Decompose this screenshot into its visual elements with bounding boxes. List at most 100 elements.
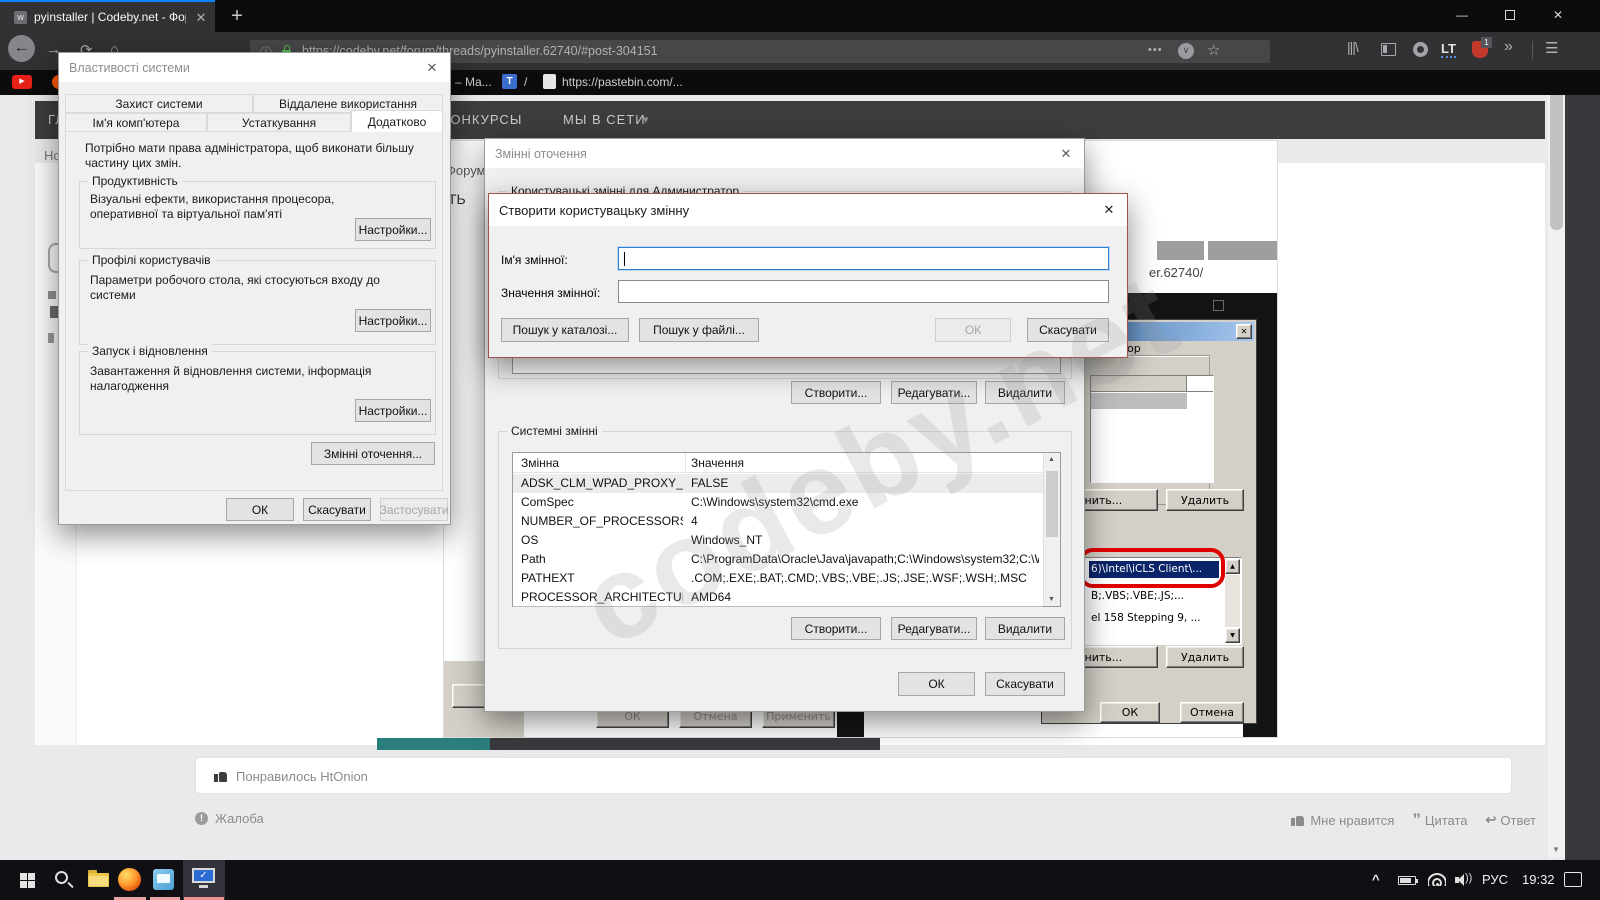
- environment-variables-button[interactable]: Змінні оточення...: [311, 442, 435, 465]
- classic-scroll-up-icon[interactable]: ▲: [1225, 559, 1240, 574]
- reply-label[interactable]: Ответ: [1500, 813, 1536, 828]
- user-delete-button[interactable]: Видалити: [985, 381, 1065, 404]
- pocket-icon[interactable]: ∨: [1178, 43, 1194, 59]
- classic-cancel-button[interactable]: Отмена: [1180, 702, 1244, 723]
- youtube-icon[interactable]: ▶: [12, 75, 32, 89]
- sys-new-button[interactable]: Створити...: [791, 617, 881, 640]
- profiles-settings-button[interactable]: Настройки...: [355, 309, 431, 332]
- like-label[interactable]: Мне нравится: [1310, 813, 1394, 828]
- table-scrollbar[interactable]: ▲ ▼: [1043, 453, 1060, 606]
- user-edit-button[interactable]: Редагувати...: [891, 381, 977, 404]
- tray-chevron-icon[interactable]: ^: [1372, 872, 1380, 887]
- new-tab-button[interactable]: +: [224, 2, 250, 30]
- classic-close-icon[interactable]: ✕: [1236, 324, 1252, 339]
- table-row[interactable]: ComSpec C:\Windows\system32\cmd.exe: [513, 493, 1043, 512]
- col-divider[interactable]: [685, 453, 686, 473]
- sys-delete-button[interactable]: Видалити: [985, 617, 1065, 640]
- start-button[interactable]: [20, 873, 35, 888]
- bookmark-star-icon[interactable]: ☆: [1207, 41, 1220, 59]
- classic-selected-row[interactable]: [1091, 393, 1187, 409]
- table-row[interactable]: ADSK_CLM_WPAD_PROXY_... FALSE: [513, 474, 1043, 493]
- classic-ok-button[interactable]: ОК: [1100, 702, 1160, 723]
- table-scroll-up-icon[interactable]: ▲: [1048, 456, 1055, 463]
- envvars-ok-button[interactable]: ОК: [898, 672, 975, 696]
- wifi-icon[interactable]: [1428, 873, 1446, 886]
- speaker-icon[interactable]: )): [1455, 874, 1472, 886]
- nav-item-online[interactable]: МЫ В СЕТИ: [563, 112, 646, 127]
- classic-scroll-track[interactable]: [1225, 575, 1240, 627]
- language-indicator[interactable]: РУС: [1482, 872, 1508, 887]
- bookmark-item-ma[interactable]: – Ma...: [455, 75, 492, 89]
- sys-edit-button[interactable]: Редагувати...: [891, 617, 977, 640]
- page-actions-icon[interactable]: •••: [1148, 44, 1163, 56]
- name-input[interactable]: [618, 247, 1109, 270]
- overflow-chevron-icon[interactable]: »: [1504, 38, 1513, 56]
- classic-scroll-down-icon[interactable]: ▼: [1225, 628, 1240, 643]
- newvar-cancel-button[interactable]: Скасувати: [1027, 318, 1109, 342]
- back-button[interactable]: ←: [8, 35, 35, 62]
- col-header-value[interactable]: Значення: [691, 456, 1039, 470]
- sysprops-cancel-button[interactable]: Скасувати: [303, 498, 371, 521]
- newvar-close-icon[interactable]: ✕: [1091, 194, 1127, 226]
- system-app-tile[interactable]: ✓: [183, 860, 225, 900]
- classic-delete-button2[interactable]: Удалить: [1166, 646, 1244, 668]
- user-new-button[interactable]: Створити...: [791, 381, 881, 404]
- bookmark-item-pastebin[interactable]: https://pastebin.com/...: [562, 75, 683, 89]
- bookmark-t-icon[interactable]: T: [502, 74, 517, 89]
- classic-delete-button[interactable]: Удалить: [1166, 489, 1244, 511]
- extension-circle-icon[interactable]: [1413, 42, 1428, 57]
- report-link[interactable]: ! Жалоба: [195, 810, 395, 830]
- nav-item-contests[interactable]: КОНКУРСЫ: [442, 112, 522, 127]
- action-center-icon[interactable]: [1564, 872, 1582, 887]
- quote-label[interactable]: Цитата: [1425, 813, 1468, 828]
- page-scrollbar[interactable]: ▲ ▼: [1548, 62, 1565, 858]
- browse-directory-button[interactable]: Пошук у каталозі...: [501, 318, 629, 342]
- pastebin-icon[interactable]: [543, 74, 556, 89]
- like-link[interactable]: Мне нравится: [1291, 813, 1394, 828]
- sysprops-ok-button[interactable]: ОК: [226, 498, 294, 521]
- battery-icon[interactable]: [1398, 876, 1416, 885]
- envvars-cancel-button[interactable]: Скасувати: [985, 672, 1065, 696]
- sysprops-close-icon[interactable]: ✕: [414, 53, 450, 82]
- table-scroll-thumb[interactable]: [1046, 471, 1058, 537]
- app-icon-blue[interactable]: [153, 869, 174, 890]
- bookmark-item-slash[interactable]: /: [524, 75, 527, 89]
- languagetool-icon[interactable]: LT: [1441, 41, 1456, 58]
- table-row[interactable]: OS Windows_NT: [513, 531, 1043, 550]
- firefox-icon[interactable]: [118, 868, 141, 891]
- file-explorer-icon[interactable]: [88, 873, 109, 887]
- value-input[interactable]: [618, 280, 1109, 303]
- window-minimize-button[interactable]: —: [1440, 2, 1484, 28]
- table-row[interactable]: NUMBER_OF_PROCESSORS 4: [513, 512, 1043, 531]
- scrollbar-thumb[interactable]: [1550, 80, 1563, 230]
- library-icon[interactable]: |||\: [1347, 39, 1358, 55]
- col-header-name[interactable]: Змінна: [521, 456, 683, 470]
- scrollbar-down-icon[interactable]: ▼: [1552, 845, 1560, 854]
- clock[interactable]: 19:32: [1522, 872, 1555, 887]
- sidebar-icon[interactable]: [1381, 43, 1396, 56]
- table-row[interactable]: PATHEXT .COM;.EXE;.BAT;.CMD;.VBS;.VBE;.J…: [513, 569, 1043, 588]
- tab-computer-name[interactable]: Ім'я комп'ютера: [65, 113, 207, 132]
- performance-settings-button[interactable]: Настройки...: [355, 218, 431, 241]
- window-maximize-button[interactable]: [1488, 2, 1532, 28]
- startup-settings-button[interactable]: Настройки...: [355, 399, 431, 422]
- tab-hardware[interactable]: Устаткування: [207, 113, 351, 132]
- report-label[interactable]: Жалоба: [215, 811, 264, 826]
- table-row[interactable]: Path C:\ProgramData\Oracle\Java\javapath…: [513, 550, 1043, 569]
- envvars-close-icon[interactable]: ✕: [1048, 139, 1084, 168]
- reply-link[interactable]: ↩Ответ: [1486, 812, 1537, 828]
- classic-listview[interactable]: [1090, 375, 1214, 483]
- tab-system-protection[interactable]: Захист системи: [65, 94, 253, 113]
- tab-close-icon[interactable]: ✕: [192, 9, 210, 27]
- adblock-shield-icon[interactable]: 1: [1472, 41, 1488, 58]
- tab-advanced[interactable]: Додатково: [351, 110, 443, 132]
- hamburger-menu-icon[interactable]: ☰: [1545, 39, 1558, 57]
- browser-tab[interactable]: w pyinstaller | Codeby.net - Фору ✕: [0, 2, 215, 32]
- quote-link[interactable]: ”Цитата: [1412, 813, 1467, 828]
- table-scroll-down-icon[interactable]: ▼: [1048, 596, 1055, 603]
- table-row[interactable]: PROCESSOR_ARCHITECTURE AMD64: [513, 588, 1043, 607]
- search-icon[interactable]: [55, 871, 68, 884]
- window-close-button[interactable]: ✕: [1536, 2, 1580, 28]
- browse-file-button[interactable]: Пошук у файлі...: [639, 318, 759, 342]
- system-variables-table[interactable]: Змінна Значення ADSK_CLM_WPAD_PROXY_... …: [512, 452, 1061, 607]
